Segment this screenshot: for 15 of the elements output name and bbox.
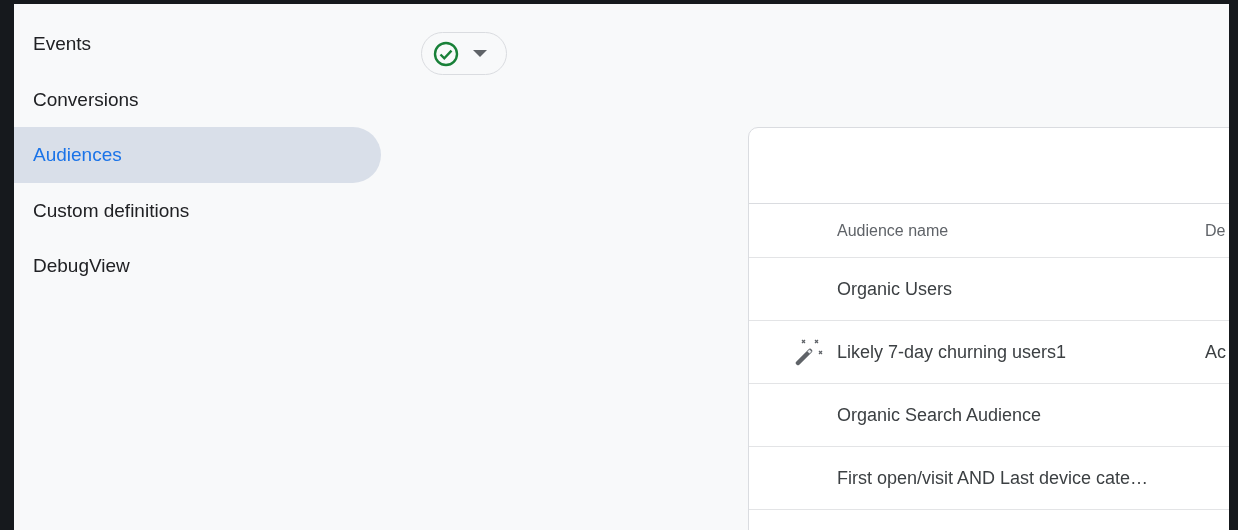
column-header[interactable]: Audience name — [837, 221, 949, 240]
check-circle-icon — [433, 40, 459, 67]
magic-wand-icon — [795, 338, 825, 366]
sidebar-item[interactable]: Conversions — [14, 71, 381, 128]
status-dropdown-button[interactable] — [421, 32, 507, 75]
table-cell: Organic Users — [837, 278, 953, 300]
sidebar-item[interactable]: DebugView — [14, 238, 381, 294]
table-cell: Likely 7-day churning users1 — [837, 341, 1067, 363]
table-cell: Organic Search Audience — [837, 404, 1042, 426]
column-header[interactable]: De — [1205, 221, 1226, 240]
sidebar-item[interactable]: Custom definitions — [14, 182, 381, 239]
caret-icon — [473, 50, 487, 57]
sidebar-item[interactable]: Events — [14, 16, 381, 72]
table-cell: Ac — [1205, 341, 1226, 363]
table-cell: First open/visit AND Last device cate… — [837, 467, 1149, 489]
